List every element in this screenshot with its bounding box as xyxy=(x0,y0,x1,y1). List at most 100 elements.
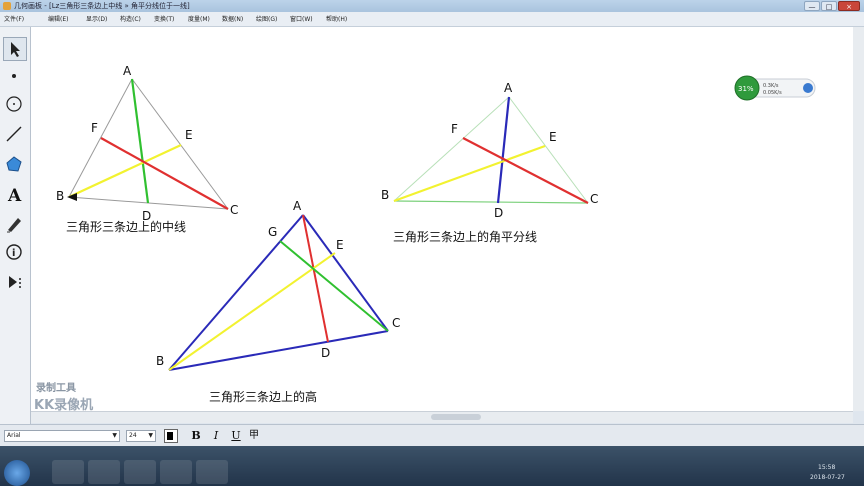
horizontal-scrollbar[interactable] xyxy=(31,411,853,423)
widget-shield-icon xyxy=(803,83,813,93)
point-tool[interactable] xyxy=(3,65,27,89)
altitude-from-b[interactable] xyxy=(168,252,336,371)
text-color-picker[interactable] xyxy=(164,429,178,443)
widget-upload-speed: 0.3K/s xyxy=(763,83,779,89)
pencil-icon xyxy=(7,218,21,233)
bisector-side-ab[interactable] xyxy=(393,96,510,202)
taskbar-browser-button[interactable] xyxy=(52,460,84,484)
widget-download-speed: 0.05K/s xyxy=(763,90,782,96)
menu-item-window[interactable]: 窗口(W) xyxy=(290,14,313,23)
straightedge-tool[interactable] xyxy=(3,123,27,147)
text-tool[interactable]: A xyxy=(3,183,27,207)
play-icon xyxy=(9,276,21,288)
median-b-arrow xyxy=(67,193,77,201)
altitude-label-c: C xyxy=(392,316,400,330)
menu-item-transform[interactable]: 变换(T) xyxy=(154,14,174,23)
bisector-figure: A B C D E F xyxy=(381,81,598,220)
app-window: 几何画板 - [Lz三角形三条边上中线 » 角平分线位于一线] — □ × 文件… xyxy=(0,0,864,462)
altitude-label-b: B xyxy=(156,354,164,368)
window-title: 几何画板 - [Lz三角形三条边上中线 » 角平分线位于一线] xyxy=(14,2,190,10)
clock-time[interactable]: 15:58 xyxy=(818,464,835,471)
altitude-side-ab[interactable] xyxy=(168,214,304,371)
widget-percent: 31% xyxy=(738,85,754,93)
network-widget-graphic: 31% 0.3K/s 0.05K/s xyxy=(734,75,816,101)
taskbar-sketchpad-button[interactable] xyxy=(160,460,192,484)
bisector-from-b[interactable] xyxy=(393,144,546,203)
altitude-label-e: E xyxy=(336,238,344,252)
bisector-label-b: B xyxy=(381,188,389,202)
maximize-button[interactable]: □ xyxy=(821,1,837,11)
point-icon xyxy=(12,74,16,78)
polygon-tool[interactable] xyxy=(3,153,27,177)
clock-date[interactable]: 2018-07-27 xyxy=(810,474,845,481)
menu-item-edit[interactable]: 编辑(E) xyxy=(48,14,68,23)
median-label-b: B xyxy=(56,189,64,203)
line-icon xyxy=(6,126,22,142)
altitude-caption[interactable]: 三角形三条边上的高 xyxy=(209,388,317,405)
circle-icon xyxy=(6,96,22,112)
bisector-side-ac[interactable] xyxy=(508,96,589,204)
taskbar-folder-button[interactable] xyxy=(88,460,120,484)
median-label-f: F xyxy=(91,121,98,135)
bisector-label-f: F xyxy=(451,122,458,136)
altitude-figure: A B C D E G xyxy=(156,199,400,371)
watermark-top: 录制工具 xyxy=(36,381,76,394)
bisector-label-d: D xyxy=(494,206,503,220)
altitude-side-bc[interactable] xyxy=(168,330,389,371)
custom-tool[interactable] xyxy=(3,271,27,295)
sketch-canvas[interactable]: A B C D E F A B C D E F A B C D E G 三角形三… xyxy=(31,27,853,411)
median-from-b[interactable] xyxy=(68,144,182,198)
compass-tool[interactable] xyxy=(3,93,27,117)
font-size-value: 24 xyxy=(129,432,137,439)
font-family-value: Arial xyxy=(7,432,21,439)
menu-item-construct[interactable]: 构造(C) xyxy=(120,14,141,23)
information-tool[interactable]: i xyxy=(3,241,27,265)
symbol-button[interactable]: 甲 xyxy=(246,429,262,443)
vertical-scrollbar[interactable] xyxy=(853,27,864,411)
menu-bar: 文件(F) 编辑(E) 显示(D) 构造(C) 变换(T) 度量(M) 数据(N… xyxy=(0,12,864,27)
tool-palette: A i xyxy=(0,27,31,427)
median-side-ab[interactable] xyxy=(68,78,133,198)
title-bar: 几何画板 - [Lz三角形三条边上中线 » 角平分线位于一线] — □ × xyxy=(0,0,864,12)
menu-item-help[interactable]: 帮助(H) xyxy=(326,14,347,23)
font-size-select[interactable]: 24 ▼ xyxy=(126,430,156,442)
underline-button[interactable]: U xyxy=(228,429,244,443)
minimize-button[interactable]: — xyxy=(804,1,820,11)
median-label-a: A xyxy=(123,64,132,78)
bisector-label-a: A xyxy=(504,81,513,95)
bisector-side-bc[interactable] xyxy=(393,200,589,204)
arrow-tool[interactable] xyxy=(3,37,27,61)
svg-text:i: i xyxy=(12,248,15,259)
bisector-label-c: C xyxy=(590,192,598,206)
menu-item-display[interactable]: 显示(D) xyxy=(86,14,107,23)
altitude-side-ac[interactable] xyxy=(302,214,389,332)
bisector-from-a[interactable] xyxy=(496,96,511,204)
menu-item-measure[interactable]: 度量(M) xyxy=(188,14,210,23)
altitude-label-a: A xyxy=(293,199,302,213)
arrow-icon xyxy=(11,42,20,57)
bisector-caption[interactable]: 三角形三条边上的角平分线 xyxy=(393,228,537,245)
close-button[interactable]: × xyxy=(838,1,860,11)
altitude-label-d: D xyxy=(321,346,330,360)
italic-button[interactable]: I xyxy=(208,429,224,443)
font-family-select[interactable]: Arial ▼ xyxy=(4,430,120,442)
bold-button[interactable]: B xyxy=(188,429,204,443)
bisector-label-e: E xyxy=(549,130,557,144)
svg-text:A: A xyxy=(7,186,22,205)
menu-item-data[interactable]: 数据(N) xyxy=(222,14,243,23)
windows-taskbar: 15:58 2018-07-27 xyxy=(0,446,864,486)
horizontal-scroll-thumb[interactable] xyxy=(431,414,481,420)
median-label-e: E xyxy=(185,128,193,142)
app-icon xyxy=(3,2,11,10)
network-speed-widget[interactable]: 31% 0.3K/s 0.05K/s xyxy=(733,75,817,101)
altitude-label-g: G xyxy=(268,225,277,239)
start-button[interactable] xyxy=(4,460,30,486)
taskbar-recorder-button[interactable] xyxy=(196,460,228,484)
median-caption[interactable]: 三角形三条边上的中线 xyxy=(66,218,186,235)
taskbar-media-button[interactable] xyxy=(124,460,156,484)
marker-tool[interactable] xyxy=(3,213,27,237)
color-swatch xyxy=(167,432,173,440)
menu-item-graph[interactable]: 绘图(G) xyxy=(256,14,277,23)
menu-item-file[interactable]: 文件(F) xyxy=(4,14,24,23)
bisector-from-c[interactable] xyxy=(462,137,589,204)
